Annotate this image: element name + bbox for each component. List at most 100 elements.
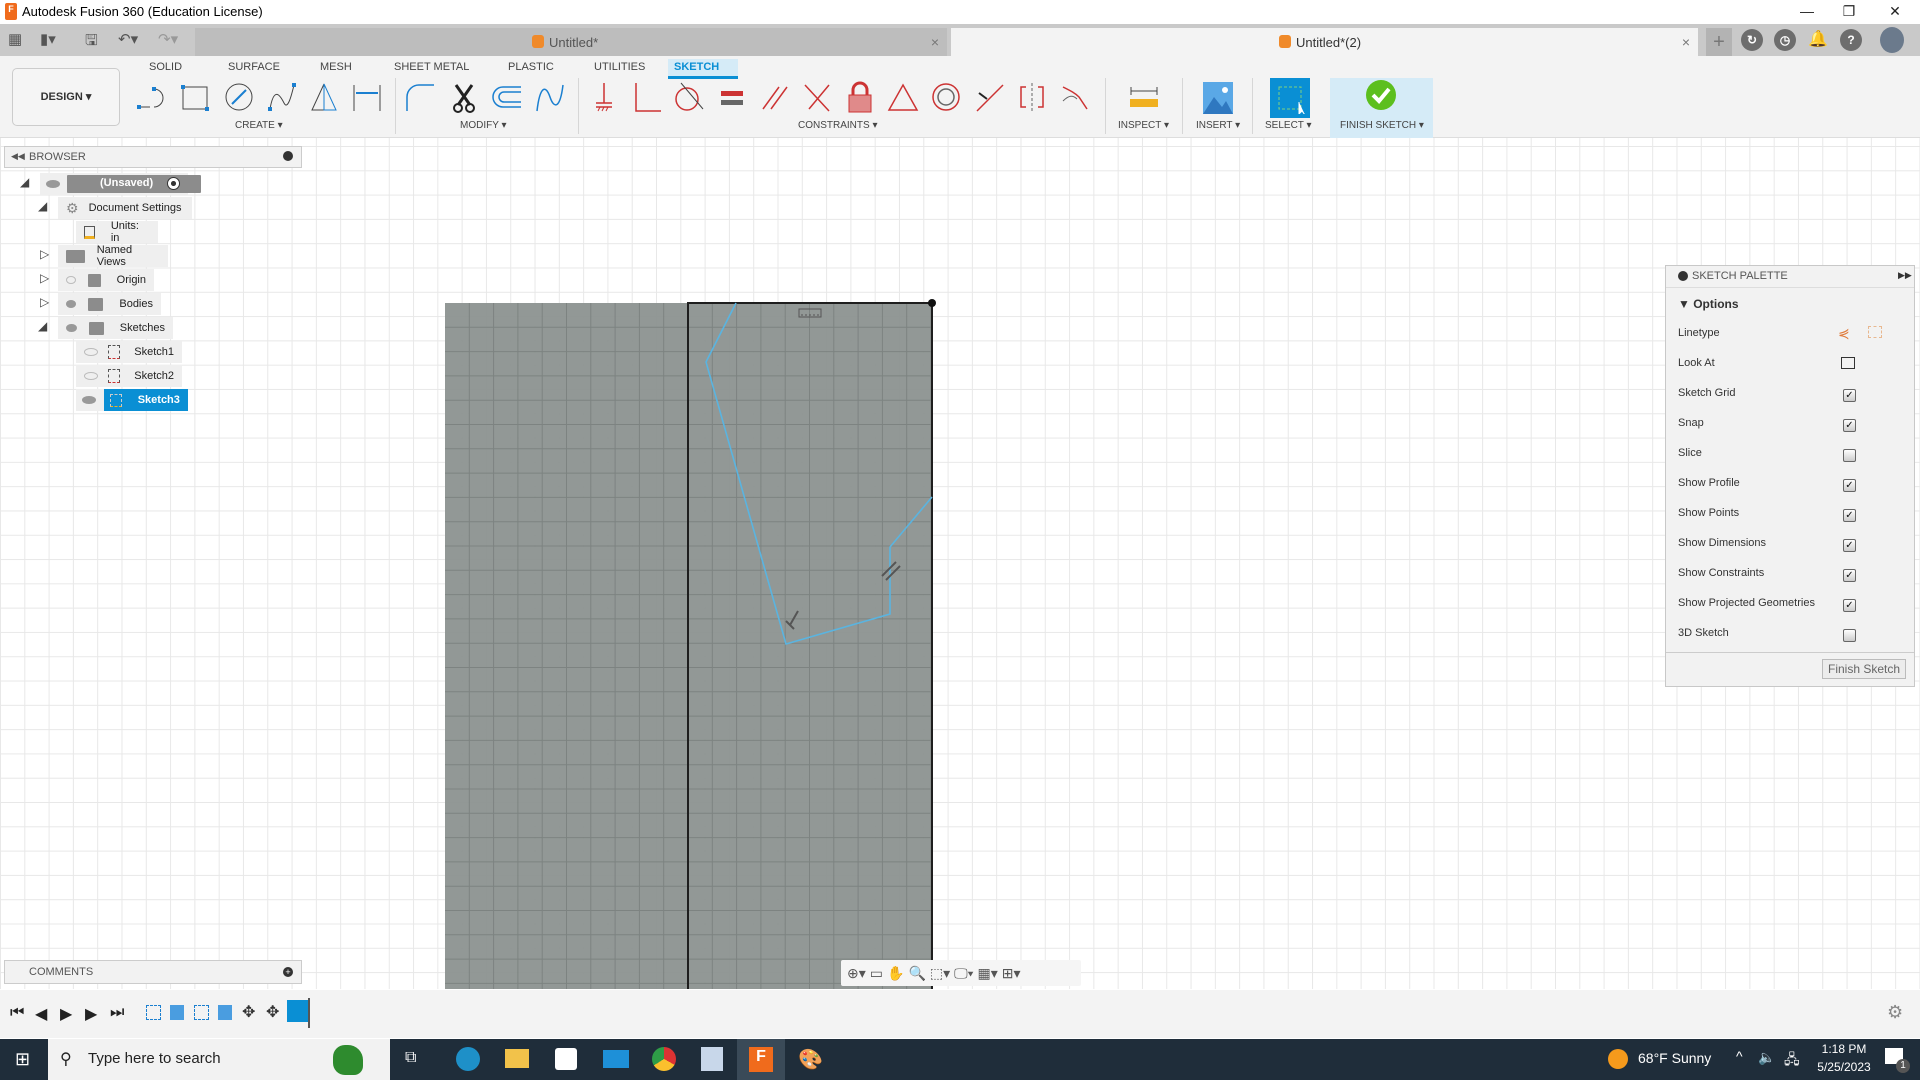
notifications-icon[interactable]: 🔔 [1807,29,1829,51]
finish-sketch-menu[interactable]: FINISH SKETCH ▾ [1340,120,1424,131]
hidden-eye-icon[interactable] [84,348,98,356]
expand-triangle-icon[interactable]: ▷ [40,295,49,309]
visibility-eye-icon[interactable] [82,396,96,404]
display-settings-icon[interactable]: 🖵▾ [954,965,973,982]
visibility-eye-icon[interactable] [46,180,60,188]
tree-item-sketch1[interactable]: Sketch1 [76,341,182,363]
tree-item-document-settings[interactable]: ⚙ Document Settings [58,197,192,219]
measure-tool[interactable] [1127,80,1161,114]
grid-settings-icon[interactable]: ▦▾ [978,965,998,982]
show-hidden-icons[interactable]: ^ [1736,1048,1743,1064]
go-to-start-icon[interactable]: ⏮ [10,1004,24,1022]
extensions-icon[interactable]: ↻ [1741,29,1763,51]
restore-button[interactable]: ❐ [1826,0,1872,24]
windows-start-icon[interactable]: ⊞ [15,1049,30,1070]
finish-sketch-palette-button[interactable]: Finish Sketch [1822,659,1906,679]
parallel-constraint[interactable] [758,80,792,114]
zoom-icon[interactable]: 🔍 [908,965,925,982]
weather-sun-icon[interactable] [1608,1049,1628,1069]
tree-item-sketch3[interactable]: Sketch3 [76,389,188,411]
select-tool[interactable] [1270,78,1310,118]
perpendicular-constraint[interactable] [630,80,664,114]
mirror-tool[interactable] [307,80,341,114]
lock-constraint[interactable] [843,80,877,114]
dimension-tool[interactable] [350,80,384,114]
microsoft-store-icon[interactable] [555,1048,577,1070]
pin-icon[interactable] [283,151,293,161]
finish-sketch-button[interactable] [1364,78,1398,112]
equal-constraint[interactable] [716,80,750,114]
construction-linetype-icon[interactable]: ⋞ [1838,325,1850,342]
tab-untitled-2[interactable]: Untitled*(2) × [951,28,1698,56]
file-explorer-icon[interactable] [505,1049,529,1068]
collapse-triangle-icon[interactable]: ◢ [38,319,47,333]
volume-muted-icon[interactable]: 🔈 [1758,1049,1775,1066]
insert-canvas-tool[interactable] [1200,80,1236,116]
collapse-triangle-icon[interactable]: ◢ [38,199,47,213]
tree-item-bodies[interactable]: Bodies [58,293,161,315]
help-icon[interactable]: ? [1840,29,1862,51]
option-checkbox[interactable]: ✓ [1843,569,1856,582]
workspace-switcher[interactable]: DESIGN ▾ [12,68,120,126]
option-checkbox[interactable]: ✓ [1843,479,1856,492]
save-icon[interactable]: 🖫 [85,30,98,55]
option-checkbox[interactable]: ✓ [1843,599,1856,612]
fix-constraint[interactable] [587,80,621,114]
undo-icon[interactable]: ↶▾ [118,30,138,48]
timeline-marker[interactable] [308,998,310,1028]
zoom-window-icon[interactable]: ⬚▾ [930,965,950,982]
chrome-icon[interactable] [652,1047,676,1071]
rectangle-tool[interactable] [178,80,212,114]
viewports-icon[interactable]: ⊞▾ [1002,965,1021,982]
midpoint-constraint[interactable] [886,80,920,114]
job-status-icon[interactable]: ◷ [1774,29,1796,51]
tab-sketch[interactable]: SKETCH [668,59,738,79]
option-checkbox[interactable]: ✓ [1843,509,1856,522]
tree-item-root[interactable]: (Unsaved) [40,173,201,195]
expand-triangle-icon[interactable]: ▷ [40,271,49,285]
tree-item-named-views[interactable]: Named Views [58,244,168,268]
timeline-extrude-feature[interactable] [218,1005,232,1020]
viewport-canvas[interactable]: FRONT Y X Z [0,138,1920,989]
collapse-palette-icon[interactable] [1678,271,1688,281]
network-icon[interactable]: 🖧 [1784,1049,1800,1073]
options-section-toggle[interactable]: ▼ Options [1678,297,1739,311]
option-checkbox[interactable]: ✓ [1843,419,1856,432]
tab-solid[interactable]: SOLID [143,59,188,79]
tab-utilities[interactable]: UTILITIES [588,59,651,79]
file-menu-icon[interactable]: ▮▾ [40,30,56,48]
play-icon[interactable]: ▶ [60,1004,72,1024]
spline-tool[interactable] [265,80,299,114]
tree-item-origin[interactable]: Origin [58,269,154,291]
line-tool[interactable] [135,80,169,114]
timeline-sketch-feature[interactable] [194,1005,209,1020]
task-view-icon[interactable]: ⧉ [405,1049,416,1067]
timeline-extrude-feature[interactable] [170,1005,184,1020]
step-forward-icon[interactable]: ▶ [85,1004,97,1024]
tab-sheet-metal[interactable]: SHEET METAL [388,59,475,79]
constraints-menu[interactable]: CONSTRAINTS ▾ [798,120,877,131]
tab-mesh[interactable]: MESH [314,59,358,79]
tab-surface[interactable]: SURFACE [222,59,286,79]
hidden-eye-icon[interactable] [66,276,76,284]
concentric-constraint[interactable] [929,80,963,114]
clock-date[interactable]: 5/25/2023 [1811,1060,1877,1074]
collapse-browser-icon[interactable]: ◀◀ [11,151,25,162]
collapse-triangle-icon[interactable]: ◢ [20,175,29,189]
redo-icon[interactable]: ↷▾ [158,30,178,48]
symmetry-constraint[interactable] [1015,80,1049,114]
sketch-point[interactable] [928,299,936,307]
curvature-constraint[interactable] [1058,80,1092,114]
add-comment-icon[interactable]: + [283,967,293,977]
change-parameters-tool[interactable] [533,80,567,114]
timeline-sketch-feature[interactable] [146,1005,161,1020]
tree-item-sketches[interactable]: Sketches [58,317,173,339]
tab-plastic[interactable]: PLASTIC [502,59,560,79]
tab-untitled[interactable]: Untitled* × [195,28,947,56]
visibility-eye-icon[interactable] [66,300,77,308]
timeline-move-feature[interactable]: ✥ [242,1002,255,1022]
wordpad-icon[interactable] [701,1047,723,1071]
step-back-icon[interactable]: ◀ [35,1004,47,1024]
option-checkbox[interactable]: ✓ [1843,389,1856,402]
clock-time[interactable]: 1:18 PM [1813,1042,1875,1056]
